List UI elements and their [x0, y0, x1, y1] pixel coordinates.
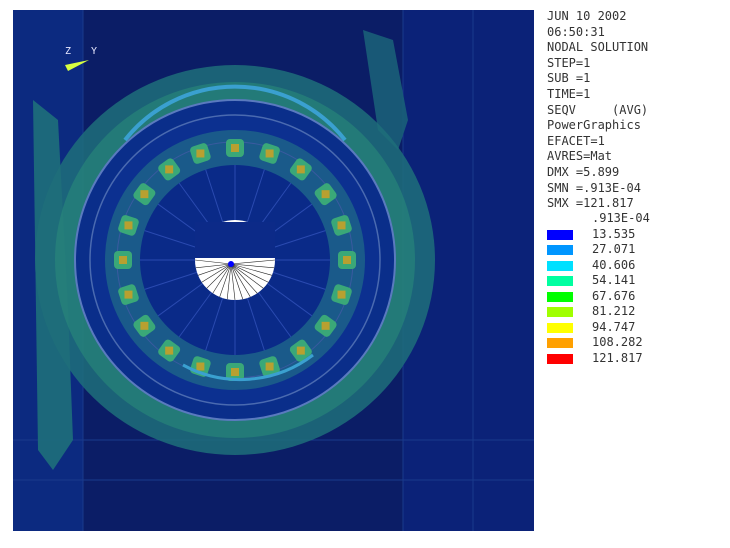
legend-value: 13.535	[592, 226, 636, 241]
slot-peak-patch	[343, 256, 351, 264]
slot-peak-patch	[124, 290, 133, 299]
step-text: STEP=1	[547, 55, 591, 70]
slot-peak-patch	[231, 144, 239, 152]
time-text: 06:50:31	[547, 24, 605, 39]
legend-color-swatch	[547, 229, 573, 240]
legend-value: 67.676	[592, 288, 636, 303]
legend-entry: 13.535	[547, 227, 727, 243]
hub-center	[228, 261, 234, 267]
legend-value: 94.747	[592, 319, 636, 334]
legend-entry: 94.747	[547, 320, 727, 336]
legend-value: 40.606	[592, 257, 636, 272]
slot-peak-patch	[140, 190, 149, 199]
legend-value: 54.141	[592, 273, 636, 287]
legend-color-swatch	[547, 276, 573, 286]
sub-text: SUB =1	[547, 71, 591, 86]
legend-entry: 54.141	[547, 273, 727, 289]
legend-entry: 27.071	[547, 242, 727, 258]
slot-peak-patch	[196, 149, 205, 158]
legend-color-swatch	[547, 291, 573, 302]
slot-peak-patch	[321, 190, 330, 199]
legend-color-swatch	[547, 260, 573, 271]
legend-color-swatch	[547, 307, 573, 317]
slot-peak-patch	[119, 256, 127, 264]
legend-entry: 40.606	[547, 258, 727, 274]
legend-entry: 67.676	[547, 289, 727, 305]
legend-value: 81.212	[592, 304, 636, 318]
fea-model-plot	[13, 10, 534, 531]
legend-value: 108.282	[592, 335, 643, 349]
slot-peak-patch	[265, 362, 274, 371]
legend-entry: 121.817	[547, 351, 727, 367]
time-value: TIME=1	[547, 86, 591, 101]
avres-text: AVRES=Mat	[547, 149, 613, 164]
legend-entry: 108.282	[547, 335, 727, 351]
legend-color-swatch	[547, 353, 573, 364]
slot-peak-patch	[265, 149, 274, 158]
graphics-viewport[interactable]: Z Y	[13, 10, 534, 531]
slot-peak-patch	[321, 321, 330, 330]
triad-y-label: Y	[91, 46, 98, 57]
efacet-text: EFACET=1	[547, 133, 605, 148]
slot-peak-patch	[337, 290, 346, 299]
slot-peak-patch	[337, 221, 346, 230]
slot-peak-patch	[124, 221, 133, 230]
legend-color-swatch	[547, 245, 573, 255]
result-item: SEQV (AVG)	[547, 102, 649, 117]
slot-peak-patch	[196, 362, 205, 371]
legend-value: 121.817	[592, 350, 643, 365]
slot-peak-patch	[296, 346, 305, 355]
dmx-text: DMX =5.899	[547, 164, 620, 179]
slot-peak-patch	[140, 321, 149, 330]
result-info-panel: JUN 10 2002 06:50:31 NODAL SOLUTION STEP…	[547, 9, 727, 212]
legend-min-value: .913E-04	[592, 211, 650, 225]
slot-peak-patch	[231, 368, 239, 376]
legend-entry: 81.212	[547, 304, 727, 320]
smn-text: SMN =.913E-04	[547, 180, 641, 195]
triad-z-label: Z	[65, 46, 72, 57]
date-text: JUN 10 2002	[547, 9, 627, 23]
smx-text: SMX =121.817	[547, 196, 634, 211]
legend-color-swatch	[547, 338, 573, 348]
legend-value: 27.071	[592, 242, 636, 256]
graphics-mode: PowerGraphics	[547, 118, 641, 133]
contour-legend: .913E-04 13.535 27.071 40.606 54.141 67.676 8…	[547, 211, 727, 366]
legend-color-swatch	[547, 322, 573, 333]
solution-type: NODAL SOLUTION	[547, 40, 649, 55]
slot-peak-patch	[165, 346, 174, 355]
slot-peak-patch	[165, 165, 174, 174]
slot-peak-patch	[296, 165, 305, 174]
